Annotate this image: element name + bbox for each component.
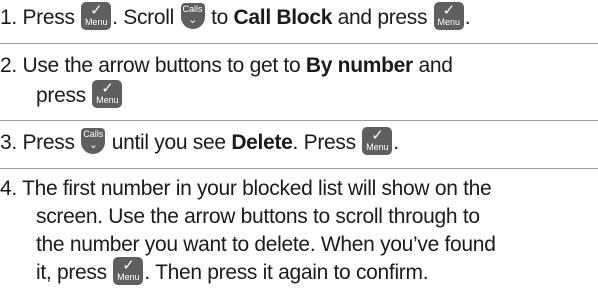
step-2-line-1: 2. Use the arrow buttons to get to By nu… [0, 54, 453, 77]
step-number: 1. [0, 6, 17, 29]
step-4-line-4: it, press ✓ Menu. Then press it again to … [36, 256, 429, 286]
divider [0, 120, 598, 121]
bold-term: Delete [231, 131, 293, 154]
bold-term: Call Block [233, 6, 333, 29]
step-2-line-2: press ✓ Menu [36, 80, 123, 110]
step-3: 3. Press Calls ⌄ until you see Delete. Pr… [0, 126, 399, 156]
divider [0, 168, 598, 169]
step-4-line-1: 4. The first number in your blocked list… [0, 177, 492, 200]
calls-key-icon: Calls ⌄ [180, 3, 205, 30]
step-number: 2. [0, 54, 17, 77]
step-number: 3. [0, 131, 17, 154]
bold-term: By number [305, 54, 413, 77]
divider [0, 43, 598, 44]
calls-key-icon: Calls ⌄ [81, 128, 106, 155]
step-4-line-3: the number you want to delete. When you’… [36, 233, 496, 256]
step-1: 1. Press ✓ Menu. Scroll Calls ⌄ to Call Bl… [0, 1, 471, 31]
step-4-line-2: screen. Use the arrow buttons to scroll … [36, 205, 480, 228]
step-number: 4. [0, 177, 17, 200]
menu-key-icon: ✓ Menu [113, 257, 144, 286]
instruction-list: 1. Press ✓ Menu. Scroll Calls ⌄ to Call Bl… [0, 0, 598, 294]
menu-key-icon: ✓ Menu [362, 127, 393, 156]
menu-key-icon: ✓ Menu [433, 2, 464, 31]
menu-key-icon: ✓ Menu [92, 80, 123, 109]
menu-key-icon: ✓ Menu [81, 2, 112, 31]
